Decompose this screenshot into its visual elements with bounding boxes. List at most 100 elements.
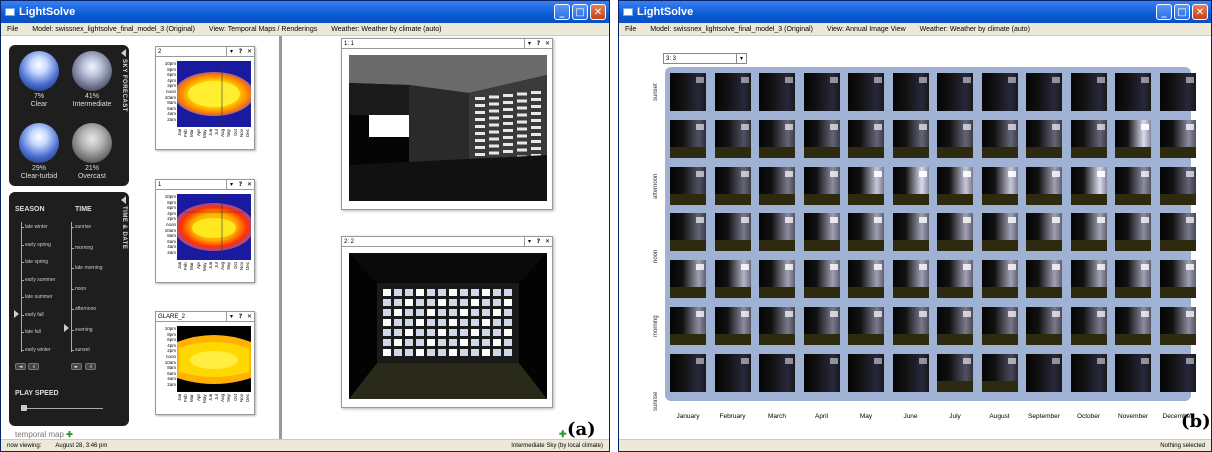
annual-image-cell[interactable] [892, 73, 929, 111]
season-pause-button[interactable]: ॥ [28, 363, 39, 370]
annual-image-cell[interactable] [937, 353, 973, 392]
play-speed-track[interactable] [23, 408, 103, 409]
time-option[interactable]: sunrise [75, 224, 91, 230]
annual-image-cell[interactable] [759, 307, 795, 345]
annual-image-cell[interactable] [1026, 260, 1062, 299]
annual-image-cell[interactable] [759, 260, 795, 299]
annual-image-cell[interactable] [1159, 73, 1196, 111]
annual-image-cell[interactable] [848, 307, 884, 345]
annual-image-cell[interactable] [981, 353, 1018, 392]
annual-image-cell[interactable] [714, 307, 751, 345]
annual-image-cell[interactable] [981, 166, 1018, 205]
dropdown-icon[interactable]: ▾ [736, 54, 746, 63]
close-button[interactable]: ✕ [1192, 4, 1208, 20]
time-slider-handle[interactable] [64, 324, 69, 332]
annual-image-cell[interactable] [1115, 119, 1151, 158]
annual-image-cell[interactable] [670, 307, 706, 345]
menu-file[interactable]: File [7, 26, 18, 33]
temporal-map-1[interactable]: 2 ▾? ✕ 10pm 8pm 6pm 4pm 2pm noon 10am 8am 6am 4am 2a… [155, 46, 255, 150]
dropdown-icon[interactable]: ▾ [227, 48, 236, 55]
annual-image-cell[interactable] [1159, 166, 1196, 205]
menu-view[interactable]: View: Temporal Maps / Renderings [209, 26, 317, 33]
annual-image-cell[interactable] [1070, 73, 1107, 111]
annual-image-cell[interactable] [1159, 307, 1196, 345]
temporal-map-heatmap[interactable] [177, 326, 251, 392]
time-option[interactable]: morning [75, 245, 93, 251]
annual-image-cell[interactable] [670, 73, 706, 111]
temporal-map-selector[interactable]: 1 [156, 180, 227, 189]
annual-image-cell[interactable] [1070, 260, 1107, 299]
season-option[interactable]: late fall [25, 329, 41, 335]
annual-image-cell[interactable] [714, 166, 751, 205]
maximize-button[interactable]: □ [572, 4, 588, 20]
annual-image-cell[interactable] [803, 353, 840, 392]
help-icon[interactable]: ? [236, 181, 245, 188]
annual-image-cell[interactable] [937, 73, 973, 111]
menu-model[interactable]: Model: swissnex_lightsolve_final_model_3… [32, 26, 195, 33]
temporal-map-link[interactable]: temporal map ✚ [15, 430, 73, 439]
rendering-selector[interactable]: 2: 2 [342, 237, 525, 246]
help-icon[interactable]: ? [534, 40, 543, 47]
dropdown-icon[interactable]: ▾ [525, 238, 534, 245]
time-option[interactable]: late morning [75, 265, 103, 271]
annual-image-cell[interactable] [670, 260, 706, 299]
rendering-selector[interactable]: 1: 1 [342, 39, 525, 48]
close-icon[interactable]: ✕ [245, 181, 254, 188]
annual-image-cell[interactable] [848, 73, 884, 111]
annual-image-cell[interactable] [759, 353, 795, 392]
add-icon[interactable]: ✚ [66, 430, 73, 439]
rendering-selector[interactable]: 3: 3 ▾ [663, 53, 747, 64]
annual-image-cell[interactable] [759, 119, 795, 158]
minimize-button[interactable]: _ [554, 4, 570, 20]
season-option[interactable]: early fall [25, 312, 44, 318]
annual-image-cell[interactable] [670, 166, 706, 205]
dropdown-icon[interactable]: ▾ [227, 313, 236, 320]
menu-view[interactable]: View: Annual Image View [827, 26, 906, 33]
annual-image-cell[interactable] [759, 73, 795, 111]
minimize-button[interactable]: _ [1156, 4, 1172, 20]
annual-image-cell[interactable] [1070, 353, 1107, 392]
annual-image-cell[interactable] [714, 119, 751, 158]
annual-image-cell[interactable] [1159, 353, 1196, 392]
annual-image-cell[interactable] [1026, 353, 1062, 392]
pane-divider[interactable] [279, 36, 282, 441]
title-bar[interactable]: LightSolve _ □ ✕ [1, 1, 609, 23]
annual-image-cell[interactable] [981, 73, 1018, 111]
annual-image-cell[interactable] [892, 260, 929, 299]
annual-image-cell[interactable] [848, 213, 884, 252]
season-option[interactable]: late spring [25, 259, 48, 265]
intermediate-sky-sphere-icon[interactable] [72, 51, 112, 91]
annual-image-cell[interactable] [1070, 307, 1107, 345]
annual-image-cell[interactable] [714, 353, 751, 392]
annual-image-cell[interactable] [848, 353, 884, 392]
annual-image-cell[interactable] [1159, 213, 1196, 252]
close-icon[interactable]: ✕ [245, 313, 254, 320]
annual-image-cell[interactable] [892, 213, 929, 252]
annual-image-cell[interactable] [714, 73, 751, 111]
annual-image-cell[interactable] [803, 260, 840, 299]
time-option[interactable]: afternoon [75, 306, 96, 312]
annual-image-cell[interactable] [937, 307, 973, 345]
season-step-back-button[interactable]: ◄ [15, 363, 26, 370]
time-slider-track[interactable] [71, 222, 72, 352]
season-slider-handle[interactable] [14, 310, 19, 318]
annual-image-cell[interactable] [937, 166, 973, 205]
collapse-arrow-icon[interactable] [121, 49, 126, 57]
temporal-map-2[interactable]: 1 ▾? ✕ 10pm 8pm 6pm 4pm 2pm noon 10am 8am 6am 4am 2a… [155, 179, 255, 283]
annual-image-cell[interactable] [1115, 307, 1151, 345]
temporal-map-heatmap[interactable] [177, 194, 251, 260]
season-option[interactable]: early summer [25, 277, 55, 283]
rendering-2[interactable]: 2: 2 ▾? ✕ [341, 236, 553, 408]
annual-image-cell[interactable] [759, 166, 795, 205]
dropdown-icon[interactable]: ▾ [227, 181, 236, 188]
close-button[interactable]: ✕ [590, 4, 606, 20]
annual-image-cell[interactable] [714, 260, 751, 299]
annual-image-cell[interactable] [892, 353, 929, 392]
clear-sky-sphere-icon[interactable] [19, 51, 59, 91]
dropdown-icon[interactable]: ▾ [525, 40, 534, 47]
annual-image-cell[interactable] [1070, 213, 1107, 252]
time-pause-button[interactable]: ॥ [85, 363, 96, 370]
annual-image-cell[interactable] [981, 213, 1018, 252]
annual-image-cell[interactable] [1026, 73, 1062, 111]
annual-image-cell[interactable] [803, 213, 840, 252]
